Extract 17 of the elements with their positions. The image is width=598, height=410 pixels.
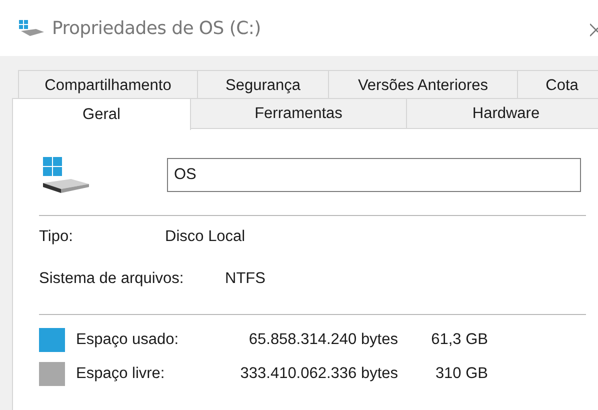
property-value: Disco Local	[165, 228, 246, 246]
size-value: 310 GB	[434, 365, 488, 383]
drive-icon	[18, 19, 46, 37]
space-label: Espaço usado:	[76, 331, 180, 349]
tab[interactable]: Geral	[12, 98, 191, 130]
byte-count: 65.858.314.240 bytes	[248, 331, 398, 349]
window-title: Propriedades de OS (C:)	[52, 18, 261, 38]
size-value: 61,3 GB	[430, 331, 488, 349]
property-label: Sistema de arquivos:	[39, 270, 185, 288]
close-icon[interactable]	[590, 22, 598, 38]
name-field[interactable]: OS	[167, 158, 581, 192]
property-label: Tipo:	[39, 228, 74, 246]
tab[interactable]: Compartilhamento	[18, 70, 198, 98]
space-label: Espaço livre:	[76, 365, 166, 383]
property-value: NTFS	[225, 270, 266, 288]
drive-icon	[41, 155, 91, 195]
byte-count: 333.410.062.336 bytes	[239, 365, 398, 383]
